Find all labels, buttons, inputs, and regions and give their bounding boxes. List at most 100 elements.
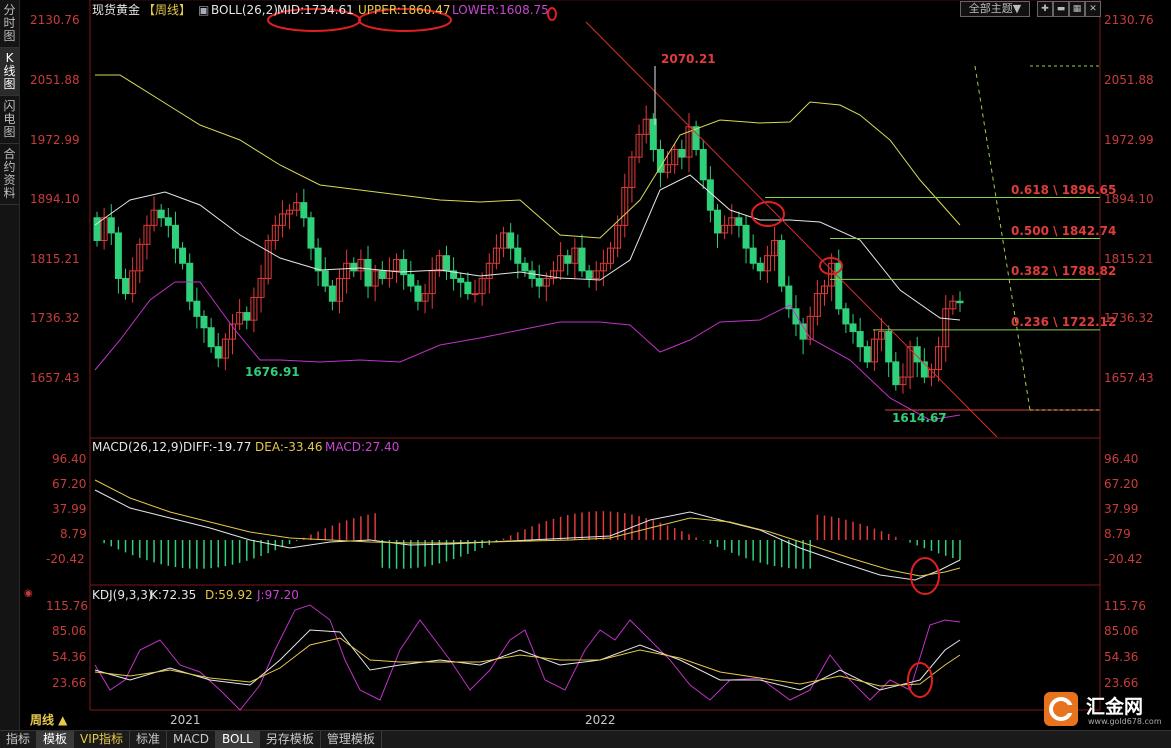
candle-body: [442, 255, 450, 272]
highlight-small-ellipse: [547, 7, 557, 21]
boll-mid: MID:1734.61: [277, 3, 354, 17]
kdj-d-line: [94, 637, 961, 687]
kdj-d: D:59.92: [205, 588, 253, 602]
macd-y-tick-left: 67.20: [52, 477, 87, 491]
annotation-high: 2070.21: [661, 52, 716, 66]
macd-dea: DEA:-33.46: [255, 440, 323, 454]
kdj-y-tick-left: 85.06: [52, 624, 87, 638]
candle-body: [114, 232, 122, 279]
panel-frames: [89, 0, 1101, 711]
close-icon[interactable]: ✕: [1085, 1, 1101, 17]
candle-body: [863, 346, 871, 363]
indicator-icon[interactable]: ▣: [198, 3, 209, 17]
candle-body: [414, 285, 422, 302]
candle-body: [856, 331, 864, 348]
zoom-in-icon[interactable]: ✚: [1037, 1, 1053, 17]
kdj-y-tick-right: 85.06: [1104, 624, 1139, 638]
fib-label-0500: 0.500 \ 1842.74: [1011, 224, 1117, 238]
candle-body: [364, 258, 372, 287]
kdj-panel: [94, 604, 961, 711]
settings-dot-icon[interactable]: ◉: [24, 587, 33, 601]
drawing-tools: [267, 7, 1100, 438]
chart-canvas[interactable]: [0, 0, 1171, 730]
candle-body: [842, 308, 850, 325]
boll-upper: UPPER:1860.47: [358, 3, 451, 17]
period-tag: 【周线】: [143, 3, 192, 17]
annotation-low-2021: 1676.91: [245, 365, 300, 379]
y-tick-right: 2051.88: [1104, 73, 1154, 87]
kdj-y-tick-left: 115.76: [46, 599, 88, 613]
candle-body: [564, 255, 572, 264]
macd-y-tick-left: 37.99: [52, 502, 87, 516]
candle-body: [714, 209, 722, 234]
y-tick-right: 1657.43: [1104, 371, 1154, 385]
candle-body: [849, 323, 857, 333]
tab-macd[interactable]: MACD: [167, 731, 217, 748]
tab-standard[interactable]: 标准: [130, 731, 168, 748]
candle-body: [243, 312, 251, 321]
kdj-y-tick-left: 54.36: [52, 650, 87, 664]
boll-mid-line: [94, 174, 961, 321]
candle-body: [93, 217, 101, 242]
candle-body: [521, 262, 529, 272]
macd-y-tick-left: 8.79: [60, 527, 87, 541]
candle-body: [756, 262, 764, 272]
zoom-out-icon[interactable]: ▬: [1053, 1, 1069, 17]
boll-upper-line: [95, 74, 961, 239]
candle-body: [328, 285, 336, 302]
candle-body: [207, 327, 215, 348]
candle-body: [300, 202, 308, 219]
macd-y-tick-left: 96.40: [52, 452, 87, 466]
tab-manage-template[interactable]: 管理模板: [321, 731, 382, 748]
grid-icon[interactable]: ▦: [1069, 1, 1085, 17]
macd-y-tick-right: 67.20: [1104, 477, 1139, 491]
tab-boll[interactable]: BOLL: [216, 731, 260, 748]
candle-body: [885, 331, 893, 363]
candle-body: [956, 300, 964, 304]
macd-y-tick-right: -20.42: [1104, 552, 1143, 566]
macd-y-tick-right: 8.79: [1104, 527, 1131, 541]
candle-body: [164, 217, 172, 226]
fib-label-0382: 0.382 \ 1788.82: [1011, 264, 1117, 278]
y-tick-right: 2130.76: [1104, 13, 1154, 27]
y-tick-left: 2051.88: [30, 73, 80, 87]
y-tick-left: 1815.21: [30, 252, 80, 266]
kdj-y-tick-right: 115.76: [1104, 599, 1146, 613]
candle-body: [514, 247, 522, 264]
brand-logo: 汇金网 www.gold678.com: [1042, 688, 1164, 730]
candle-body: [200, 315, 208, 329]
kdj-y-tick-left: 23.66: [52, 676, 87, 690]
tab-template[interactable]: 模板: [37, 731, 75, 748]
candle-body: [171, 224, 179, 249]
candle-body: [321, 270, 329, 287]
y-tick-left: 1894.10: [30, 192, 80, 206]
candle-body: [314, 247, 322, 272]
tab-indicators[interactable]: 指标: [0, 731, 38, 748]
kdj-j-line: [94, 604, 961, 711]
candle-body: [107, 217, 115, 234]
candle-body: [735, 217, 743, 226]
kdj-label: KDJ(9,3,3): [92, 588, 153, 602]
x-tick: 2021: [170, 713, 201, 727]
candle-body: [378, 270, 386, 279]
annotation-low-2022: 1614.67: [892, 411, 947, 425]
y-tick-left: 2130.76: [30, 13, 80, 27]
macd-y-tick-left: -20.42: [46, 552, 85, 566]
boll-lower: LOWER:1608.75: [452, 3, 549, 17]
tab-save-template[interactable]: 另存模板: [260, 731, 321, 748]
boll-lower-line: [94, 281, 961, 421]
instrument-title: 现货黄金: [92, 3, 141, 17]
y-tick-left: 1657.43: [30, 371, 80, 385]
candle-body: [656, 149, 664, 173]
logo-name: 汇金网: [1086, 696, 1144, 718]
candle-body: [578, 247, 586, 272]
candle-body: [742, 224, 750, 249]
candle-body: [122, 277, 130, 295]
tab-vip-indicators[interactable]: VIP指标: [74, 731, 131, 748]
candle-body: [193, 300, 201, 317]
theme-dropdown[interactable]: 全部主题▼: [960, 1, 1030, 17]
macd-y-tick-right: 96.40: [1104, 452, 1139, 466]
kdj-y-tick-right: 54.36: [1104, 650, 1139, 664]
period-selector[interactable]: 周线 ▲: [30, 713, 67, 727]
candle-body: [778, 240, 786, 287]
